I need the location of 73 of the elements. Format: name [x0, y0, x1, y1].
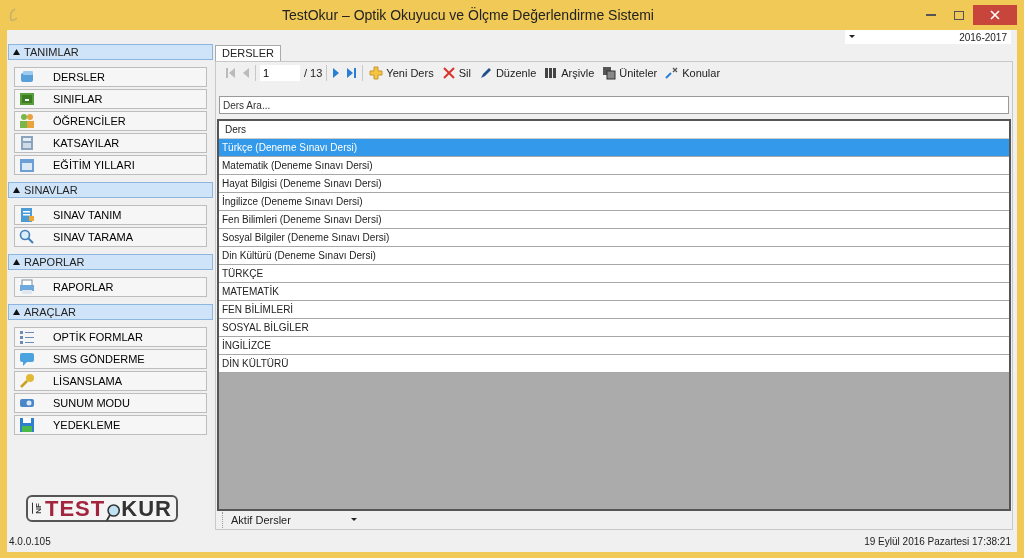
- sidebar-item[interactable]: OPTİK FORMLAR: [14, 327, 207, 347]
- window-title: TestOkur – Optik Okuyucu ve Ölçme Değerlendirme Sistemi: [281, 5, 655, 25]
- maximize-icon: [954, 10, 964, 20]
- tab[interactable]: DERSLER: [215, 45, 281, 61]
- list-icon: [19, 329, 35, 345]
- toolbar-button[interactable]: Üniteler: [600, 64, 660, 82]
- collapse-icon: [13, 49, 20, 55]
- sidebar-item[interactable]: ÖĞRENCİLER: [14, 111, 207, 131]
- form-icon: [19, 207, 35, 223]
- year-dropdown[interactable]: 2016-2017: [845, 30, 1011, 44]
- table-row[interactable]: FEN BİLİMLERİ: [219, 301, 1009, 319]
- toolbar-button[interactable]: Yeni Ders: [367, 64, 436, 82]
- collapse-icon: [13, 187, 20, 193]
- filter-dropdown[interactable]: Aktif Dersler: [222, 511, 357, 529]
- caret-icon: [350, 518, 357, 522]
- documents-icon: [602, 66, 617, 80]
- search-field[interactable]: Ders Ara...: [219, 96, 1009, 114]
- sidebar-item[interactable]: DERSLER: [14, 67, 207, 87]
- toolbar-button[interactable]: Konular: [663, 64, 723, 82]
- sidebar-item[interactable]: SINIFLAR: [14, 89, 207, 109]
- sidebar-item[interactable]: SUNUM MODU: [14, 393, 207, 413]
- toolbar-button[interactable]: Arşivle: [542, 64, 597, 82]
- table-row[interactable]: İngilizce (Deneme Sınavı Dersi): [219, 193, 1009, 211]
- close-icon: [990, 10, 1000, 20]
- table-row[interactable]: Hayat Bilgisi (Deneme Sınavı Dersi): [219, 175, 1009, 193]
- table-row[interactable]: Din Kültürü (Deneme Sınavı Dersi): [219, 247, 1009, 265]
- sidebar-item[interactable]: SINAV TARAMA: [14, 227, 207, 247]
- last-page-button[interactable]: [345, 68, 359, 78]
- sidebar-item[interactable]: RAPORLAR: [14, 277, 207, 297]
- page-number-field[interactable]: 1: [260, 65, 300, 81]
- sidebar-item[interactable]: EĞİTİM YILLARI: [14, 155, 207, 175]
- table-row[interactable]: Sosyal Bilgiler (Deneme Sınavı Dersi): [219, 229, 1009, 247]
- app-icon: [7, 8, 19, 22]
- collapse-icon: [13, 309, 20, 315]
- table-row[interactable]: İNGİLİZCE: [219, 337, 1009, 355]
- table-row[interactable]: Fen Bilimleri (Deneme Sınavı Dersi): [219, 211, 1009, 229]
- close-button[interactable]: [973, 5, 1017, 25]
- calculator-icon: [19, 135, 35, 151]
- table-row[interactable]: DİN KÜLTÜRÜ: [219, 355, 1009, 373]
- section-header[interactable]: SINAVLAR: [8, 182, 213, 198]
- sidebar-item[interactable]: SINAV TANIM: [14, 205, 207, 225]
- table-row[interactable]: SOSYAL BİLGİLER: [219, 319, 1009, 337]
- collapse-icon: [13, 259, 20, 265]
- printer-icon: [19, 279, 35, 295]
- column-header[interactable]: Ders: [219, 121, 1009, 139]
- section-header[interactable]: TANIMLAR: [8, 44, 213, 60]
- columns-icon: [544, 66, 559, 80]
- sidebar-item[interactable]: YEDEKLEME: [14, 415, 207, 435]
- caret-icon: [849, 35, 855, 39]
- section-header[interactable]: RAPORLAR: [8, 254, 213, 270]
- table-row[interactable]: TÜRKÇE: [219, 265, 1009, 283]
- close-icon: [441, 66, 456, 80]
- page-count: / 13: [304, 65, 323, 81]
- toolbar-button[interactable]: Sil: [439, 64, 473, 82]
- table-row[interactable]: MATEMATİK: [219, 283, 1009, 301]
- chat-bubble-icon: [19, 351, 35, 367]
- minimize-icon: [926, 14, 936, 16]
- version-label: 4.0.0.105: [9, 534, 51, 549]
- sidebar-item[interactable]: LİSANSLAMA: [14, 371, 207, 391]
- sidebar-item[interactable]: SMS GÖNDERME: [14, 349, 207, 369]
- plus-icon: [369, 66, 384, 80]
- section-header[interactable]: ARAÇLAR: [8, 304, 213, 320]
- table-row[interactable]: Matematik (Deneme Sınavı Dersi): [219, 157, 1009, 175]
- toolbar-button[interactable]: Düzenle: [476, 64, 539, 82]
- board-icon: [19, 91, 35, 107]
- sidebar-item[interactable]: KATSAYILAR: [14, 133, 207, 153]
- calendar-icon: [19, 157, 35, 173]
- pencil-icon: [478, 66, 493, 80]
- search-icon: [19, 229, 35, 245]
- key-icon: [19, 373, 35, 389]
- logo: NF TEST KUR: [26, 495, 178, 522]
- people-icon: [19, 113, 35, 129]
- date-time-label: 19 Eylül 2016 Pazartesi 17:38:21: [864, 534, 1011, 549]
